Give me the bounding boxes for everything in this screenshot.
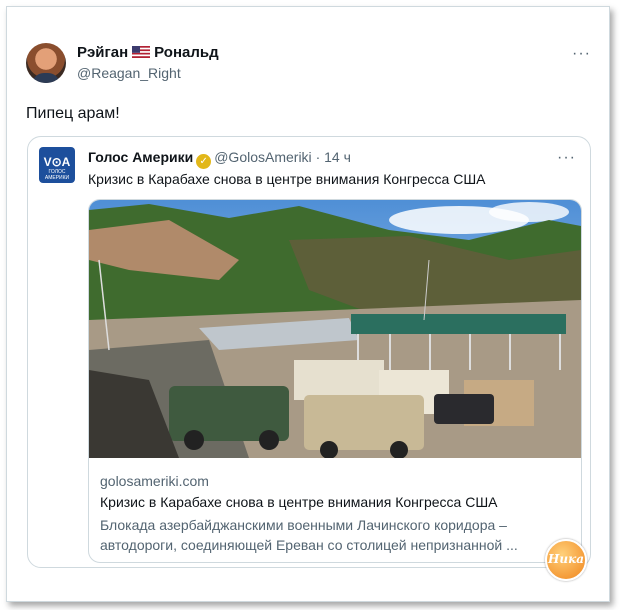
author-handle[interactable]: @Reagan_Right	[77, 65, 181, 81]
more-options-icon[interactable]: ···	[572, 45, 591, 63]
link-card[interactable]: golosameriki.com Кризис в Карабахе снова…	[88, 199, 582, 563]
link-domain[interactable]: golosameriki.com	[100, 473, 209, 489]
quoted-handle[interactable]: @GolosAmeriki	[214, 149, 311, 165]
tweet-card: Рэйган Рональд @Reagan_Right ··· Пипец а…	[6, 6, 610, 602]
tweet-text: Пипец арам!	[26, 105, 120, 122]
watermark-text: Ника	[548, 552, 584, 566]
author-name[interactable]: Рэйган Рональд	[77, 44, 219, 61]
us-flag-icon	[132, 46, 151, 58]
quoted-header: Голос Америки ✓ @GolosAmeriki · 14 ч	[88, 149, 351, 169]
quoted-timestamp[interactable]: 14 ч	[324, 149, 351, 165]
quoted-tweet[interactable]: V⊙A ГОЛОС АМЕРИКИ Голос Америки ✓ @GolosAm…	[27, 136, 591, 568]
dot-separator: ·	[315, 149, 321, 165]
link-description: Блокада азербайджанскими военными Лачинс…	[100, 517, 518, 553]
voa-logo[interactable]: V⊙A ГОЛОС АМЕРИКИ	[39, 147, 75, 183]
author-first-name: Рэйган	[77, 44, 129, 61]
voa-logo-text: V⊙A	[43, 155, 71, 169]
verified-badge-icon: ✓	[196, 154, 212, 169]
voa-logo-subtext: ГОЛОС АМЕРИКИ	[44, 169, 70, 181]
quoted-more-options-icon[interactable]: ···	[557, 149, 576, 167]
author-last-name: Рональд	[154, 44, 219, 61]
quoted-author-name[interactable]: Голос Америки	[88, 149, 193, 165]
article-photo[interactable]	[89, 200, 581, 458]
watermark-logo: Ника	[545, 539, 587, 581]
quoted-text: Кризис в Карабахе снова в центре внимани…	[88, 171, 486, 187]
link-title[interactable]: Кризис в Карабахе снова в центре внимани…	[100, 494, 498, 510]
avatar[interactable]	[26, 43, 66, 83]
